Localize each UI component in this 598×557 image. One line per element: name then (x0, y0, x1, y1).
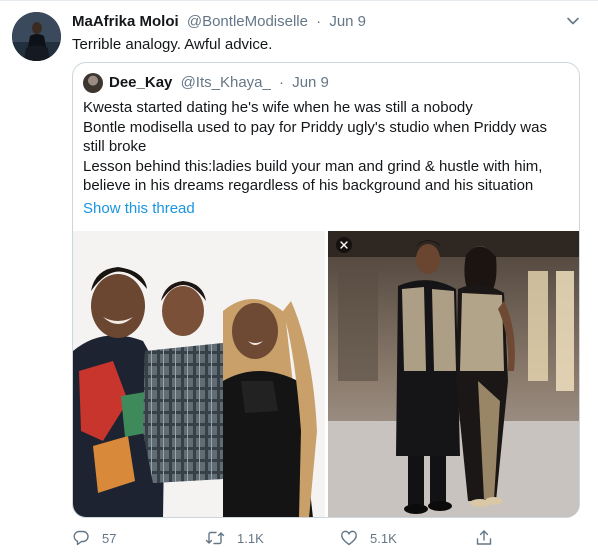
remove-media-button[interactable] (336, 237, 352, 253)
show-thread-link[interactable]: Show this thread (83, 199, 195, 219)
tweet[interactable]: MaAfrika Moloi @BontleModiselle · Jun 9 … (0, 0, 598, 557)
share-button[interactable] (475, 526, 493, 550)
tweet-header: MaAfrika Moloi @BontleModiselle · Jun 9 (72, 12, 366, 32)
reply-button[interactable]: 57 (72, 526, 116, 550)
avatar[interactable] (12, 12, 61, 61)
like-icon (340, 529, 358, 547)
more-options-button[interactable] (562, 12, 584, 34)
quoted-text-line: Lesson behind this:ladies build your man… (83, 157, 543, 175)
retweet-button[interactable]: 1.1K (205, 526, 264, 550)
quoted-avatar[interactable] (83, 73, 103, 93)
chevron-down-icon (566, 14, 580, 33)
retweet-icon (205, 529, 225, 547)
quoted-header: Dee_Kay @Its_Khaya_ · Jun 9 (109, 73, 329, 93)
close-icon (340, 241, 348, 249)
reply-count: 57 (102, 530, 117, 546)
separator-dot: · (316, 13, 322, 30)
like-count: 5.1K (370, 530, 397, 546)
quoted-text-line: believe in his dreams regardless of his … (83, 177, 534, 194)
retweet-count: 1.1K (237, 530, 264, 546)
couple-photo[interactable] (328, 231, 579, 517)
quoted-display-name: Dee_Kay (109, 74, 173, 91)
top-divider (0, 0, 598, 1)
quoted-tweet[interactable]: Dee_Kay @Its_Khaya_ · Jun 9 Kwesta start… (72, 62, 580, 518)
quoted-text-line: still broke (83, 138, 147, 155)
reply-icon (72, 529, 90, 547)
quoted-date: Jun 9 (292, 74, 329, 91)
quoted-text-line: Bontle modisella used to pay for Priddy … (83, 118, 547, 136)
user-handle[interactable]: @BontleModiselle (187, 13, 308, 30)
tweet-actions: 57 1.1K 5.1K (72, 526, 512, 550)
media-grid (73, 231, 579, 517)
quoted-text: Kwesta started dating he's wife when he … (83, 98, 573, 196)
tweet-date[interactable]: Jun 9 (329, 13, 366, 30)
quoted-text-line: Kwesta started dating he's wife when he … (83, 99, 473, 116)
display-name[interactable]: MaAfrika Moloi (72, 13, 179, 30)
like-button[interactable]: 5.1K (340, 526, 397, 550)
quoted-separator-dot: · (279, 74, 285, 91)
tweet-text: Terrible analogy. Awful advice. (72, 36, 273, 53)
family-photo[interactable] (73, 231, 325, 517)
share-icon (475, 529, 493, 547)
quoted-handle: @Its_Khaya_ (180, 74, 271, 91)
